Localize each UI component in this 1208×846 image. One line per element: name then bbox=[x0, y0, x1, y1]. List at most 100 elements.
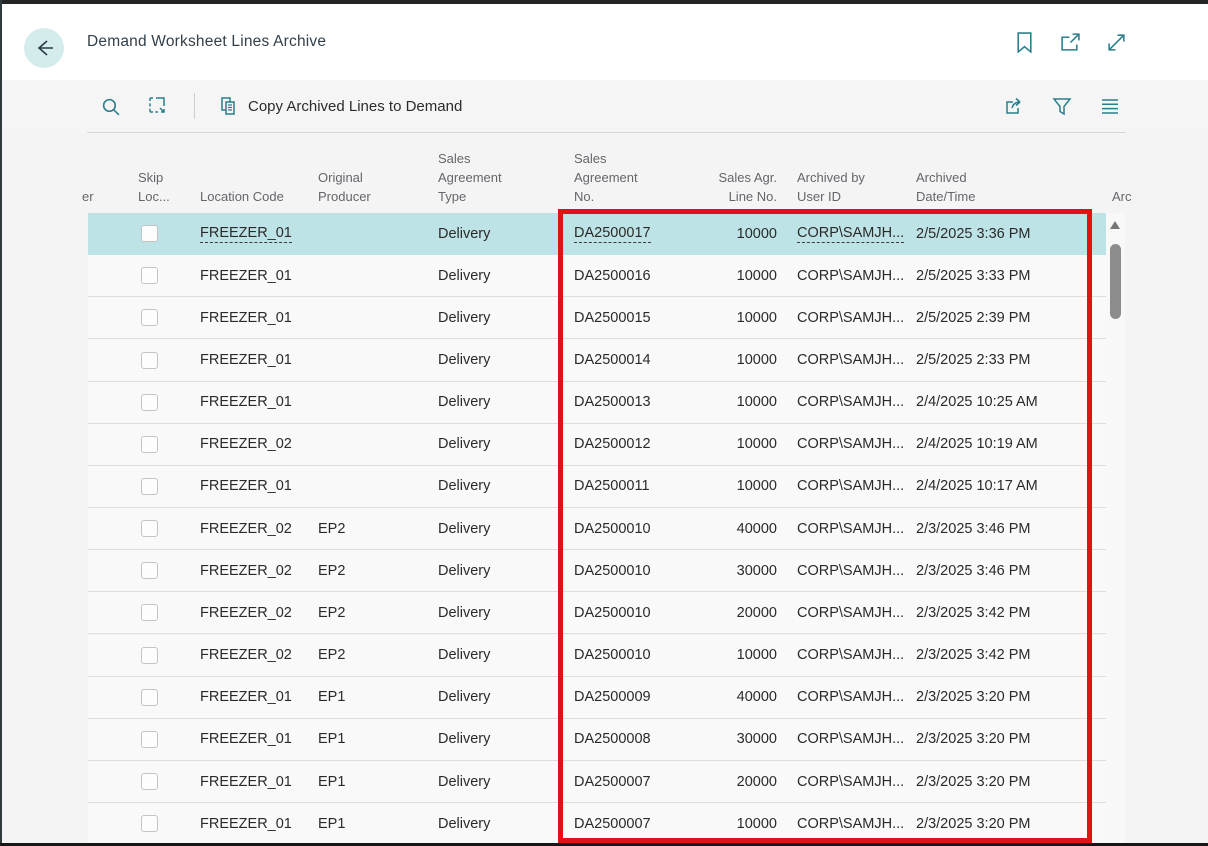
cell-sales-agreement-type[interactable]: Delivery bbox=[438, 339, 490, 380]
cell-sales-agr-line-no[interactable]: 30000 bbox=[652, 719, 777, 760]
cell-sales-agreement-no[interactable]: DA2500015 bbox=[574, 297, 651, 338]
cell-location-code[interactable]: FREEZER_01 bbox=[200, 466, 292, 507]
options-list-button[interactable] bbox=[1098, 94, 1122, 118]
cell-sales-agr-line-no[interactable]: 40000 bbox=[652, 508, 777, 549]
cell-archived-by-user-id[interactable]: CORP\SAMJH... bbox=[797, 255, 904, 296]
cell-original-producer[interactable]: EP2 bbox=[318, 635, 345, 676]
table-row[interactable]: FREEZER_01 Delivery DA2500011 10000 CORP… bbox=[88, 466, 1108, 508]
cell-location-code[interactable]: FREEZER_01 bbox=[200, 255, 292, 296]
cell-location-code[interactable]: FREEZER_01 bbox=[200, 297, 292, 338]
column-header-sales-agreement-no[interactable]: Sales Agreement No. bbox=[574, 149, 638, 206]
cell-sales-agr-line-no[interactable]: 10000 bbox=[652, 466, 777, 507]
cell-sales-agreement-type[interactable]: Delivery bbox=[438, 803, 490, 843]
cell-sales-agreement-type[interactable]: Delivery bbox=[438, 466, 490, 507]
cell-archived-datetime[interactable]: 2/3/2025 3:20 PM bbox=[916, 677, 1030, 718]
table-row[interactable]: FREEZER_01 EP1 Delivery DA2500007 10000 … bbox=[88, 803, 1108, 843]
cell-archived-by-user-id[interactable]: CORP\SAMJH... bbox=[797, 550, 904, 591]
copy-archived-lines-button[interactable]: Copy Archived Lines to Demand bbox=[219, 97, 462, 116]
table-row[interactable]: FREEZER_01 Delivery DA2500013 10000 CORP… bbox=[88, 382, 1108, 424]
skip-location-checkbox[interactable] bbox=[141, 352, 158, 369]
table-row[interactable]: FREEZER_02 EP2 Delivery DA2500010 10000 … bbox=[88, 635, 1108, 677]
skip-location-checkbox[interactable] bbox=[141, 225, 158, 242]
cell-sales-agreement-no[interactable]: DA2500010 bbox=[574, 592, 651, 633]
cell-archived-by-user-id[interactable]: CORP\SAMJH... bbox=[797, 297, 904, 338]
cell-archived-by-user-id[interactable]: CORP\SAMJH... bbox=[797, 719, 904, 760]
cell-location-code[interactable]: FREEZER_02 bbox=[200, 635, 292, 676]
cell-sales-agreement-type[interactable]: Delivery bbox=[438, 255, 490, 296]
share-button[interactable] bbox=[1002, 94, 1026, 118]
cell-sales-agreement-no[interactable]: DA2500007 bbox=[574, 761, 651, 802]
cell-location-code[interactable]: FREEZER_02 bbox=[200, 424, 292, 465]
cell-sales-agreement-no[interactable]: DA2500010 bbox=[574, 635, 651, 676]
column-header-sales-agr-line-no[interactable]: Sales Agr. Line No. bbox=[652, 168, 777, 206]
cell-original-producer[interactable]: EP2 bbox=[318, 592, 345, 633]
cell-sales-agr-line-no[interactable]: 20000 bbox=[652, 592, 777, 633]
cell-sales-agreement-type[interactable]: Delivery bbox=[438, 761, 490, 802]
cell-sales-agreement-type[interactable]: Delivery bbox=[438, 508, 490, 549]
bookmark-button[interactable] bbox=[1012, 30, 1036, 54]
cell-archived-by-user-id[interactable]: CORP\SAMJH... bbox=[797, 382, 904, 423]
cell-archived-by-user-id[interactable]: CORP\SAMJH... bbox=[797, 635, 904, 676]
column-header-sales-agreement-type[interactable]: Sales Agreement Type bbox=[438, 149, 502, 206]
cell-archived-datetime[interactable]: 2/3/2025 3:42 PM bbox=[916, 592, 1030, 633]
scrollbar-thumb[interactable] bbox=[1110, 244, 1121, 319]
table-row[interactable]: FREEZER_01 Delivery DA2500016 10000 CORP… bbox=[88, 255, 1108, 297]
cell-sales-agr-line-no[interactable]: 40000 bbox=[652, 677, 777, 718]
cell-sales-agreement-type[interactable]: Delivery bbox=[438, 592, 490, 633]
cell-location-code[interactable]: FREEZER_02 bbox=[200, 592, 292, 633]
skip-location-checkbox[interactable] bbox=[141, 604, 158, 621]
analyze-button[interactable] bbox=[146, 94, 170, 118]
cell-archived-by-user-id[interactable]: CORP\SAMJH... bbox=[797, 761, 904, 802]
table-row[interactable]: FREEZER_02 EP2 Delivery DA2500010 40000 … bbox=[88, 508, 1108, 550]
cell-sales-agreement-no[interactable]: DA2500014 bbox=[574, 339, 651, 380]
search-button[interactable] bbox=[98, 94, 122, 118]
skip-location-checkbox[interactable] bbox=[141, 731, 158, 748]
cell-archived-datetime[interactable]: 2/3/2025 3:46 PM bbox=[916, 508, 1030, 549]
cell-archived-by-user-id[interactable]: CORP\SAMJH... bbox=[797, 424, 904, 465]
cell-archived-datetime[interactable]: 2/5/2025 2:33 PM bbox=[916, 339, 1030, 380]
cell-archived-datetime[interactable]: 2/3/2025 3:20 PM bbox=[916, 719, 1030, 760]
cell-archived-datetime[interactable]: 2/3/2025 3:20 PM bbox=[916, 761, 1030, 802]
cell-archived-datetime[interactable]: 2/3/2025 3:20 PM bbox=[916, 803, 1030, 843]
skip-location-checkbox[interactable] bbox=[141, 689, 158, 706]
cell-archived-by-user-id[interactable]: CORP\SAMJH... bbox=[797, 466, 904, 507]
cell-location-code[interactable]: FREEZER_02 bbox=[200, 508, 292, 549]
open-in-new-window-button[interactable] bbox=[1058, 30, 1082, 54]
skip-location-checkbox[interactable] bbox=[141, 773, 158, 790]
cell-sales-agreement-no[interactable]: DA2500013 bbox=[574, 382, 651, 423]
cell-archived-datetime[interactable]: 2/5/2025 3:36 PM bbox=[916, 213, 1030, 254]
cell-sales-agr-line-no[interactable]: 10000 bbox=[652, 803, 777, 843]
cell-original-producer[interactable]: EP1 bbox=[318, 719, 345, 760]
skip-location-checkbox[interactable] bbox=[141, 478, 158, 495]
cell-sales-agreement-no[interactable]: DA2500011 bbox=[574, 466, 650, 507]
cell-archived-by-user-id[interactable]: CORP\SAMJH... bbox=[797, 592, 904, 633]
cell-original-producer[interactable]: EP1 bbox=[318, 761, 345, 802]
cell-archived-datetime[interactable]: 2/4/2025 10:17 AM bbox=[916, 466, 1038, 507]
cell-archived-datetime[interactable]: 2/5/2025 3:33 PM bbox=[916, 255, 1030, 296]
cell-original-producer[interactable]: EP2 bbox=[318, 550, 345, 591]
column-header-archived-datetime[interactable]: Archived Date/Time bbox=[916, 168, 975, 206]
column-header-truncated-left[interactable]: er bbox=[82, 187, 94, 206]
cell-sales-agreement-type[interactable]: Delivery bbox=[438, 635, 490, 676]
cell-sales-agr-line-no[interactable]: 10000 bbox=[652, 255, 777, 296]
skip-location-checkbox[interactable] bbox=[141, 309, 158, 326]
column-header-skip-location[interactable]: Skip Loc... bbox=[138, 168, 170, 206]
cell-location-code[interactable]: FREEZER_01 bbox=[200, 382, 292, 423]
cell-sales-agr-line-no[interactable]: 10000 bbox=[652, 339, 777, 380]
cell-sales-agreement-no[interactable]: DA2500010 bbox=[574, 508, 651, 549]
table-row[interactable]: FREEZER_01 EP1 Delivery DA2500007 20000 … bbox=[88, 761, 1108, 803]
cell-location-code[interactable]: FREEZER_01 bbox=[200, 677, 292, 718]
cell-sales-agreement-type[interactable]: Delivery bbox=[438, 424, 490, 465]
cell-sales-agreement-type[interactable]: Delivery bbox=[438, 382, 490, 423]
cell-archived-datetime[interactable]: 2/3/2025 3:42 PM bbox=[916, 635, 1030, 676]
cell-sales-agr-line-no[interactable]: 20000 bbox=[652, 761, 777, 802]
cell-location-code[interactable]: FREEZER_01 bbox=[200, 213, 292, 254]
skip-location-checkbox[interactable] bbox=[141, 815, 158, 832]
cell-sales-agreement-no[interactable]: DA2500017 bbox=[574, 213, 651, 254]
cell-archived-by-user-id[interactable]: CORP\SAMJH... bbox=[797, 339, 904, 380]
table-row[interactable]: FREEZER_02 EP2 Delivery DA2500010 20000 … bbox=[88, 592, 1108, 634]
cell-original-producer[interactable]: EP1 bbox=[318, 677, 345, 718]
table-row[interactable]: FREEZER_01 Delivery DA2500014 10000 CORP… bbox=[88, 339, 1108, 381]
column-header-location-code[interactable]: Location Code bbox=[200, 187, 284, 206]
cell-sales-agreement-no[interactable]: DA2500008 bbox=[574, 719, 651, 760]
